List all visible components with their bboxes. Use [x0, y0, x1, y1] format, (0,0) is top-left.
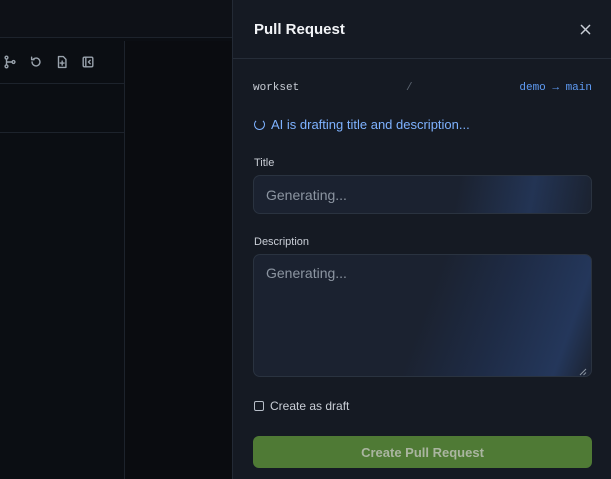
pull-request-panel: Pull Request workset / demo → main AI is…: [232, 0, 611, 479]
repo-info-row: workset / demo → main: [253, 80, 592, 96]
panel-title: Pull Request: [254, 20, 345, 38]
draft-option[interactable]: Create as draft: [254, 399, 349, 413]
description-placeholder: Generating...: [266, 265, 347, 281]
refresh-icon[interactable]: [28, 54, 44, 70]
spinner-icon: [254, 119, 265, 130]
draft-checkbox[interactable]: [254, 401, 264, 411]
new-file-icon[interactable]: [54, 54, 70, 70]
background-top-bar: [0, 0, 232, 38]
ai-status-text: AI is drafting title and description...: [271, 117, 470, 132]
ai-status: AI is drafting title and description...: [254, 117, 470, 132]
git-branch-icon[interactable]: [2, 54, 18, 70]
repo-name: workset: [253, 82, 300, 94]
panel-header: Pull Request: [233, 0, 611, 59]
background-row: [0, 84, 124, 133]
collapse-panel-icon[interactable]: [80, 54, 96, 70]
repo-separator: /: [406, 82, 413, 94]
description-label: Description: [254, 236, 310, 248]
description-textarea[interactable]: Generating...: [253, 254, 592, 377]
resize-handle-icon[interactable]: [578, 363, 587, 376]
title-input[interactable]: Generating...: [253, 175, 592, 214]
background-toolbar: [0, 41, 126, 84]
background-editor-area: [125, 41, 232, 479]
draft-label: Create as draft: [270, 399, 350, 413]
title-label: Title: [254, 157, 275, 169]
create-pull-request-button[interactable]: Create Pull Request: [253, 436, 592, 468]
branch-info: demo → main: [519, 82, 592, 94]
title-placeholder: Generating...: [266, 186, 347, 203]
close-icon: [580, 24, 590, 34]
close-button[interactable]: [574, 18, 596, 40]
